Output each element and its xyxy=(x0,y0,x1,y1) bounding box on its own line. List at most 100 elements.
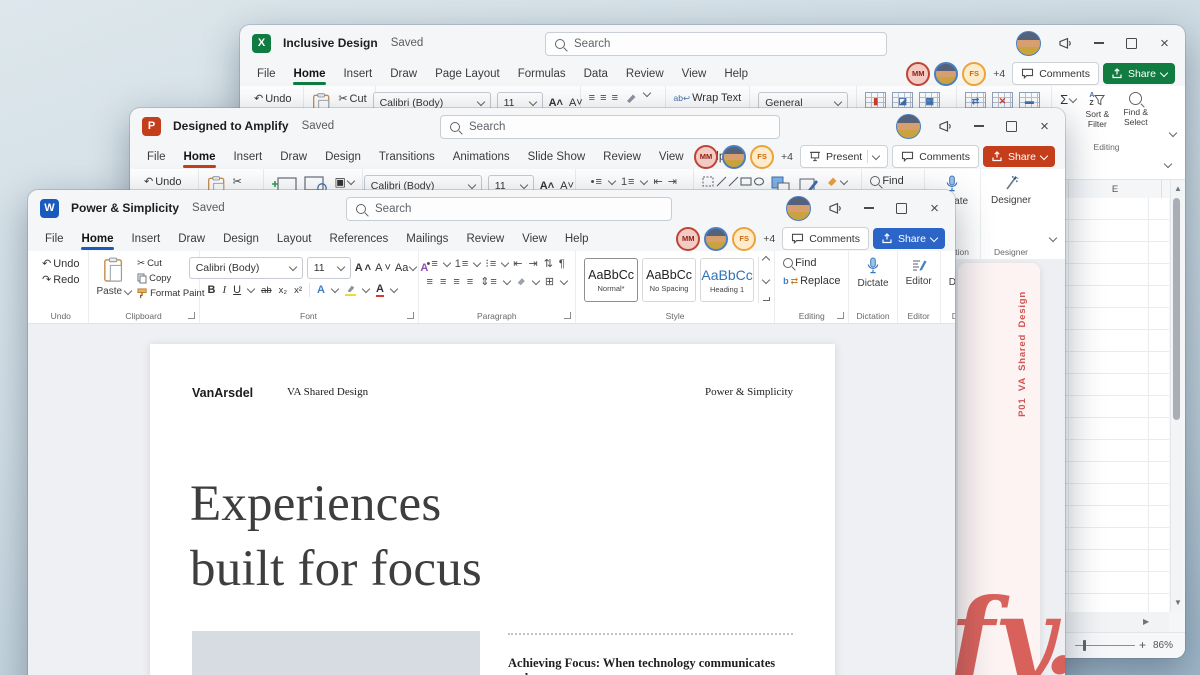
show-paragraph-marks-button[interactable]: ¶ xyxy=(559,258,566,270)
tab-references[interactable]: References xyxy=(320,226,397,251)
word-search-box[interactable] xyxy=(346,197,672,221)
collapse-ribbon-chevron[interactable] xyxy=(1048,233,1058,243)
redo-button[interactable]: ↷ Redo xyxy=(42,273,80,287)
scroll-up-icon[interactable]: ▲ xyxy=(1174,185,1182,193)
tab-page-layout[interactable]: Page Layout xyxy=(426,61,509,86)
dictate-button[interactable]: Dictate xyxy=(857,257,889,289)
scroll-down-icon[interactable]: ▼ xyxy=(1174,599,1182,607)
collab-avatar-mm[interactable]: MM xyxy=(694,144,719,169)
column-header-e[interactable]: E xyxy=(1068,180,1162,198)
powerpoint-search-box[interactable] xyxy=(440,115,780,139)
collab-overflow-count[interactable]: +4 xyxy=(781,151,793,163)
tab-review[interactable]: Review xyxy=(457,226,513,251)
outdent-button[interactable]: ⇤ xyxy=(513,257,523,270)
collab-avatar-fs[interactable]: FS xyxy=(962,61,987,86)
tab-file[interactable]: File xyxy=(248,61,285,86)
minimize-button[interactable] xyxy=(962,108,995,144)
feedback-megaphone-icon[interactable] xyxy=(1049,25,1082,61)
tab-data[interactable]: Data xyxy=(575,61,617,86)
share-button[interactable]: Share xyxy=(872,228,945,249)
editing-dialog-launcher[interactable] xyxy=(837,312,845,319)
tab-draw[interactable]: Draw xyxy=(271,144,316,169)
user-avatar[interactable] xyxy=(786,195,811,221)
sort-button[interactable]: ⇅ xyxy=(544,257,554,270)
share-button[interactable]: Share xyxy=(982,146,1055,167)
replace-button[interactable]: b ⇄ Replace xyxy=(783,275,840,287)
maximize-button[interactable] xyxy=(1115,25,1148,61)
user-avatar[interactable] xyxy=(896,113,921,139)
excel-search-box[interactable] xyxy=(545,32,887,56)
autosum-button[interactable]: Σ xyxy=(1060,92,1078,107)
align-center-button[interactable]: ≡ xyxy=(440,276,447,288)
collab-avatar-photo[interactable] xyxy=(704,226,729,251)
tab-help[interactable]: Help xyxy=(556,226,598,251)
styles-scroll-down[interactable] xyxy=(761,275,771,285)
text-effects-button[interactable]: A xyxy=(317,284,325,296)
align-left-button[interactable]: ≡ xyxy=(427,276,434,288)
shading-button[interactable] xyxy=(516,276,527,287)
undo-button[interactable]: ↶ Undo xyxy=(42,257,80,271)
minimize-button[interactable] xyxy=(852,190,885,226)
comments-button[interactable]: Comments xyxy=(782,227,869,250)
minimize-button[interactable] xyxy=(1082,25,1115,61)
comments-button[interactable]: Comments xyxy=(892,145,979,168)
highlight-button[interactable] xyxy=(345,284,356,296)
borders-button[interactable]: ⊞ xyxy=(545,275,555,288)
vertical-scrollbar[interactable]: ▲ ▼ xyxy=(1170,180,1183,612)
collab-overflow-count[interactable]: +4 xyxy=(763,233,775,245)
find-button[interactable]: Find xyxy=(870,175,904,187)
font-size-combo[interactable]: 11 xyxy=(306,257,351,279)
scroll-right-icon[interactable]: ▶ xyxy=(1143,618,1149,626)
shape-fill-icon[interactable] xyxy=(826,175,849,188)
superscript-button[interactable]: x² xyxy=(294,285,302,296)
tab-formulas[interactable]: Formulas xyxy=(509,61,575,86)
powerpoint-search-input[interactable] xyxy=(467,120,770,134)
bold-button[interactable]: B xyxy=(208,284,216,296)
tab-file[interactable]: File xyxy=(36,226,73,251)
designer-button[interactable]: Designer xyxy=(949,257,955,288)
find-button[interactable]: Find xyxy=(783,257,816,269)
clipboard-dialog-launcher[interactable] xyxy=(187,312,195,319)
collab-avatar-fs[interactable]: FS xyxy=(732,226,757,251)
maximize-button[interactable] xyxy=(885,190,918,226)
tab-animations[interactable]: Animations xyxy=(444,144,519,169)
styles-gallery-button[interactable] xyxy=(763,297,771,301)
style-heading-1[interactable]: AaBbCc Heading 1 xyxy=(700,258,755,302)
undo-button[interactable]: ↶ Undo xyxy=(254,92,292,106)
cut-button[interactable]: ✂ xyxy=(233,175,242,188)
tab-insert[interactable]: Insert xyxy=(334,61,381,86)
tab-view[interactable]: View xyxy=(673,61,716,86)
find-select-button[interactable]: Find & Select xyxy=(1119,92,1153,128)
sort-filter-button[interactable]: AZ Sort & Filter xyxy=(1082,92,1113,130)
vertical-scroll-thumb[interactable] xyxy=(1173,198,1180,420)
tab-layout[interactable]: Layout xyxy=(268,226,321,251)
tab-transitions[interactable]: Transitions xyxy=(370,144,444,169)
numbered-list-button[interactable]: 1≡ xyxy=(621,176,636,188)
tab-file[interactable]: File xyxy=(138,144,175,169)
wrap-text-button[interactable]: ab↩ Wrap Text xyxy=(674,92,742,104)
strikethrough-button[interactable]: ab xyxy=(261,285,272,296)
indent-buttons[interactable]: ⇤ ⇥ xyxy=(653,175,678,188)
tab-home[interactable]: Home xyxy=(175,144,225,169)
numbered-list-button[interactable]: 1≡ xyxy=(455,258,470,270)
close-button[interactable]: × xyxy=(1148,25,1181,61)
subscript-button[interactable]: x₂ xyxy=(279,285,287,296)
collab-avatar-photo[interactable] xyxy=(722,144,747,169)
zoom-slider-thumb[interactable] xyxy=(1083,640,1087,651)
feedback-megaphone-icon[interactable] xyxy=(929,108,962,144)
tab-view[interactable]: View xyxy=(513,226,556,251)
font-dialog-launcher[interactable] xyxy=(406,312,414,319)
powerpoint-slide[interactable]: P01 VA Shared Design fy. xyxy=(950,263,1065,675)
document-page[interactable]: VanArsdel VA Shared Design Power & Simpl… xyxy=(150,344,835,675)
style-normal[interactable]: AaBbCc Normal* xyxy=(584,258,639,302)
tab-home[interactable]: Home xyxy=(73,226,123,251)
font-name-combo[interactable]: Calibri (Body) xyxy=(188,257,303,279)
grow-font-button[interactable]: A˄ xyxy=(355,262,371,274)
orientation-icon[interactable] xyxy=(625,92,638,105)
italic-button[interactable]: I xyxy=(222,284,226,296)
bullet-list-button[interactable]: •≡ xyxy=(591,176,603,188)
change-case-button[interactable]: Aa xyxy=(395,262,418,274)
tab-view[interactable]: View xyxy=(650,144,693,169)
zoom-level[interactable]: 86% xyxy=(1153,640,1173,651)
zoom-in-button[interactable]: + xyxy=(1139,638,1146,652)
